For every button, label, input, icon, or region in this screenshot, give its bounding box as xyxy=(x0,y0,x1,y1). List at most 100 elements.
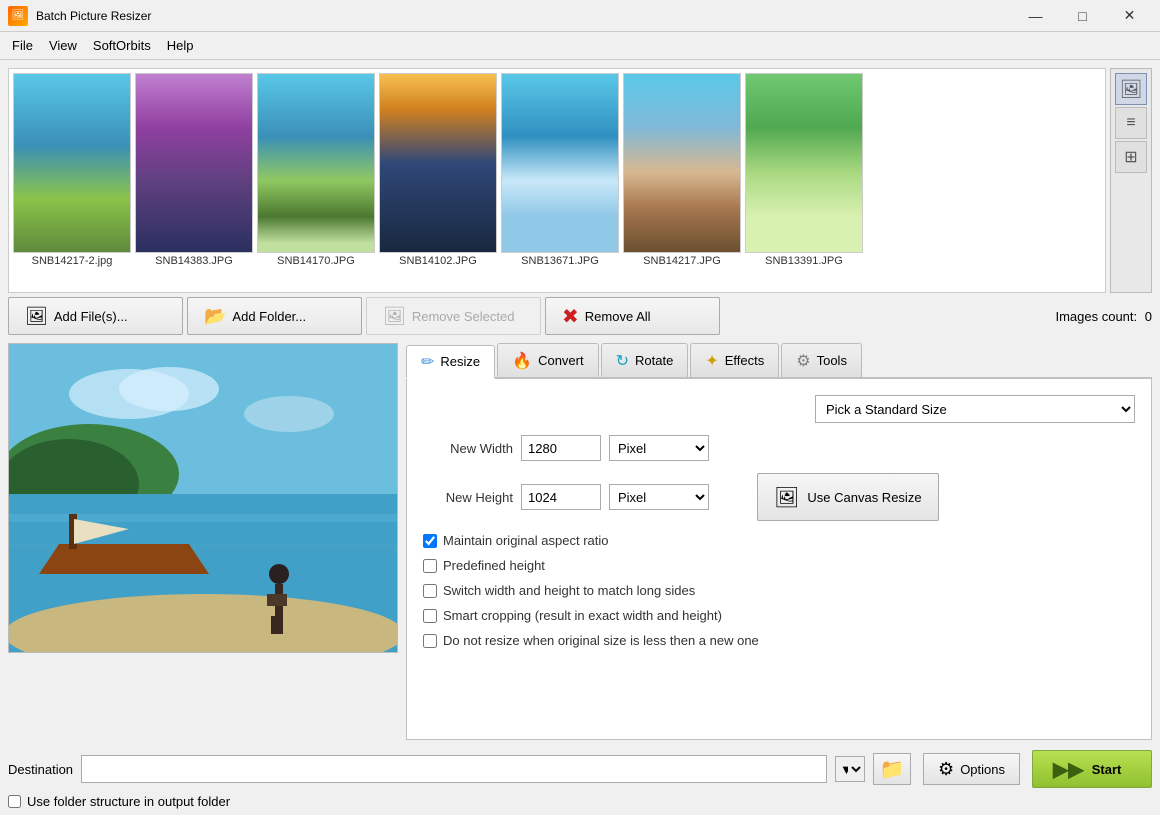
image-strip: SNB14217-2.jpg SNB14383.JPG SNB14170.JPG… xyxy=(8,68,1106,293)
convert-tab-icon: 🔥 xyxy=(512,351,532,371)
maintain-ratio-label[interactable]: Maintain original aspect ratio xyxy=(443,533,608,548)
folder-structure-row: Use folder structure in output folder xyxy=(8,794,1152,809)
switch-wh-label[interactable]: Switch width and height to match long si… xyxy=(443,583,695,598)
predefined-height-label[interactable]: Predefined height xyxy=(443,558,545,573)
remove-selected-button[interactable]: 🖼 Remove Selected xyxy=(366,297,541,335)
folder-structure-checkbox[interactable] xyxy=(8,795,21,808)
maintain-ratio-checkbox[interactable] xyxy=(423,534,437,548)
smart-cropping-checkbox[interactable] xyxy=(423,609,437,623)
destination-input[interactable] xyxy=(81,755,827,783)
browse-destination-button[interactable]: 📁 xyxy=(873,753,911,785)
maximize-button[interactable]: □ xyxy=(1060,1,1105,31)
width-row: New Width Pixel Percent Inch cm xyxy=(423,435,1135,461)
list-item[interactable]: SNB13391.JPG xyxy=(745,73,863,288)
start-button[interactable]: ▶▶ Start xyxy=(1032,750,1152,788)
predefined-height-row: Predefined height xyxy=(423,558,1135,573)
list-view-button[interactable]: ≡ xyxy=(1115,107,1147,139)
thumbnail-name: SNB14217-2.jpg xyxy=(32,255,113,267)
close-button[interactable]: ✕ xyxy=(1107,1,1152,31)
destination-row: Destination ▼ 📁 ⚙ Options ▶▶ Start xyxy=(8,750,1152,788)
canvas-resize-icon: 🖼 xyxy=(774,485,799,510)
resize-tab-icon: ✏ xyxy=(421,352,434,372)
tab-tools[interactable]: ⚙ Tools xyxy=(781,343,862,377)
work-area: ✏ Resize 🔥 Convert ↻ Rotate ✦ Effects ⚙ xyxy=(0,339,1160,744)
switch-wh-checkbox[interactable] xyxy=(423,584,437,598)
gear-icon: ⚙ xyxy=(938,759,954,780)
add-files-icon: 🖼 xyxy=(25,306,48,327)
grid-view-button[interactable]: ⊞ xyxy=(1115,141,1147,173)
thumbnail-view-button[interactable]: 🖼 xyxy=(1115,73,1147,105)
height-input[interactable] xyxy=(521,484,601,510)
list-item[interactable]: SNB13671.JPG xyxy=(501,73,619,288)
thumbnail-image xyxy=(745,73,863,253)
thumbnail-image xyxy=(501,73,619,253)
thumbnail-name: SNB14170.JPG xyxy=(277,255,355,267)
tab-rotate[interactable]: ↻ Rotate xyxy=(601,343,689,377)
remove-all-label: Remove All xyxy=(585,309,651,324)
thumbnail-image xyxy=(257,73,375,253)
add-folder-button[interactable]: 📂 Add Folder... xyxy=(187,297,362,335)
list-item[interactable]: SNB14217-2.jpg xyxy=(13,73,131,288)
menu-help[interactable]: Help xyxy=(159,34,202,57)
preview-svg xyxy=(9,344,398,653)
main-content: SNB14217-2.jpg SNB14383.JPG SNB14170.JPG… xyxy=(0,60,1160,815)
thumbnail-name: SNB13671.JPG xyxy=(521,255,599,267)
options-label: Options xyxy=(960,762,1005,777)
no-resize-label[interactable]: Do not resize when original size is less… xyxy=(443,633,759,648)
list-item[interactable]: SNB14383.JPG xyxy=(135,73,253,288)
list-item[interactable]: SNB14170.JPG xyxy=(257,73,375,288)
thumbnail-name: SNB14102.JPG xyxy=(399,255,477,267)
tab-convert[interactable]: 🔥 Convert xyxy=(497,343,598,377)
thumbnail-name: SNB14217.JPG xyxy=(643,255,721,267)
tools-tab-label: Tools xyxy=(817,353,847,368)
height-unit-select[interactable]: Pixel Percent Inch cm xyxy=(609,484,709,510)
standard-size-row: Pick a Standard Size xyxy=(423,395,1135,423)
thumbnail-name: SNB13391.JPG xyxy=(765,255,843,267)
width-input[interactable] xyxy=(521,435,601,461)
list-item[interactable]: SNB14217.JPG xyxy=(623,73,741,288)
smart-cropping-label[interactable]: Smart cropping (result in exact width an… xyxy=(443,608,722,623)
start-label: Start xyxy=(1092,762,1122,777)
add-files-label: Add File(s)... xyxy=(54,309,128,324)
thumbnail-image xyxy=(623,73,741,253)
effects-tab-label: Effects xyxy=(725,353,765,368)
remove-all-button[interactable]: ✖ Remove All xyxy=(545,297,720,335)
canvas-resize-button[interactable]: 🖼 Use Canvas Resize xyxy=(757,473,939,521)
remove-selected-icon: 🖼 xyxy=(383,306,406,327)
menu-file[interactable]: File xyxy=(4,34,41,57)
standard-size-select[interactable]: Pick a Standard Size xyxy=(815,395,1135,423)
resize-tab-label: Resize xyxy=(440,354,480,369)
list-item[interactable]: SNB14102.JPG xyxy=(379,73,497,288)
add-files-button[interactable]: 🖼 Add File(s)... xyxy=(8,297,183,335)
convert-tab-label: Convert xyxy=(538,353,584,368)
effects-tab-icon: ✦ xyxy=(705,351,718,371)
rotate-tab-label: Rotate xyxy=(635,353,673,368)
menu-view[interactable]: View xyxy=(41,34,85,57)
width-unit-select[interactable]: Pixel Percent Inch cm xyxy=(609,435,709,461)
titlebar-controls: — □ ✕ xyxy=(1013,1,1152,31)
menu-softorbits[interactable]: SoftOrbits xyxy=(85,34,159,57)
folder-structure-label[interactable]: Use folder structure in output folder xyxy=(27,794,230,809)
minimize-button[interactable]: — xyxy=(1013,1,1058,31)
width-label: New Width xyxy=(423,441,513,456)
tab-resize[interactable]: ✏ Resize xyxy=(406,345,495,379)
browse-icon: 📁 xyxy=(880,757,905,782)
toolbar: 🖼 Add File(s)... 📂 Add Folder... 🖼 Remov… xyxy=(0,293,1160,339)
remove-all-icon: ✖ xyxy=(562,304,579,329)
destination-dropdown[interactable]: ▼ xyxy=(835,756,865,782)
resize-tab-content: Pick a Standard Size New Width Pixel Per… xyxy=(406,379,1152,740)
preview-image xyxy=(9,344,397,652)
tab-effects[interactable]: ✦ Effects xyxy=(690,343,779,377)
no-resize-checkbox[interactable] xyxy=(423,634,437,648)
no-resize-row: Do not resize when original size is less… xyxy=(423,633,1135,648)
options-button[interactable]: ⚙ Options xyxy=(923,753,1020,785)
tools-tab-icon: ⚙ xyxy=(796,351,810,371)
tabs-header: ✏ Resize 🔥 Convert ↻ Rotate ✦ Effects ⚙ xyxy=(406,343,1152,379)
app-title: Batch Picture Resizer xyxy=(36,9,1013,23)
rotate-tab-icon: ↻ xyxy=(616,351,629,371)
predefined-height-checkbox[interactable] xyxy=(423,559,437,573)
thumbnail-list: SNB14217-2.jpg SNB14383.JPG SNB14170.JPG… xyxy=(13,73,863,288)
smart-cropping-row: Smart cropping (result in exact width an… xyxy=(423,608,1135,623)
start-icon: ▶▶ xyxy=(1053,757,1084,782)
bottom-bar: Destination ▼ 📁 ⚙ Options ▶▶ Start Use f… xyxy=(0,744,1160,815)
